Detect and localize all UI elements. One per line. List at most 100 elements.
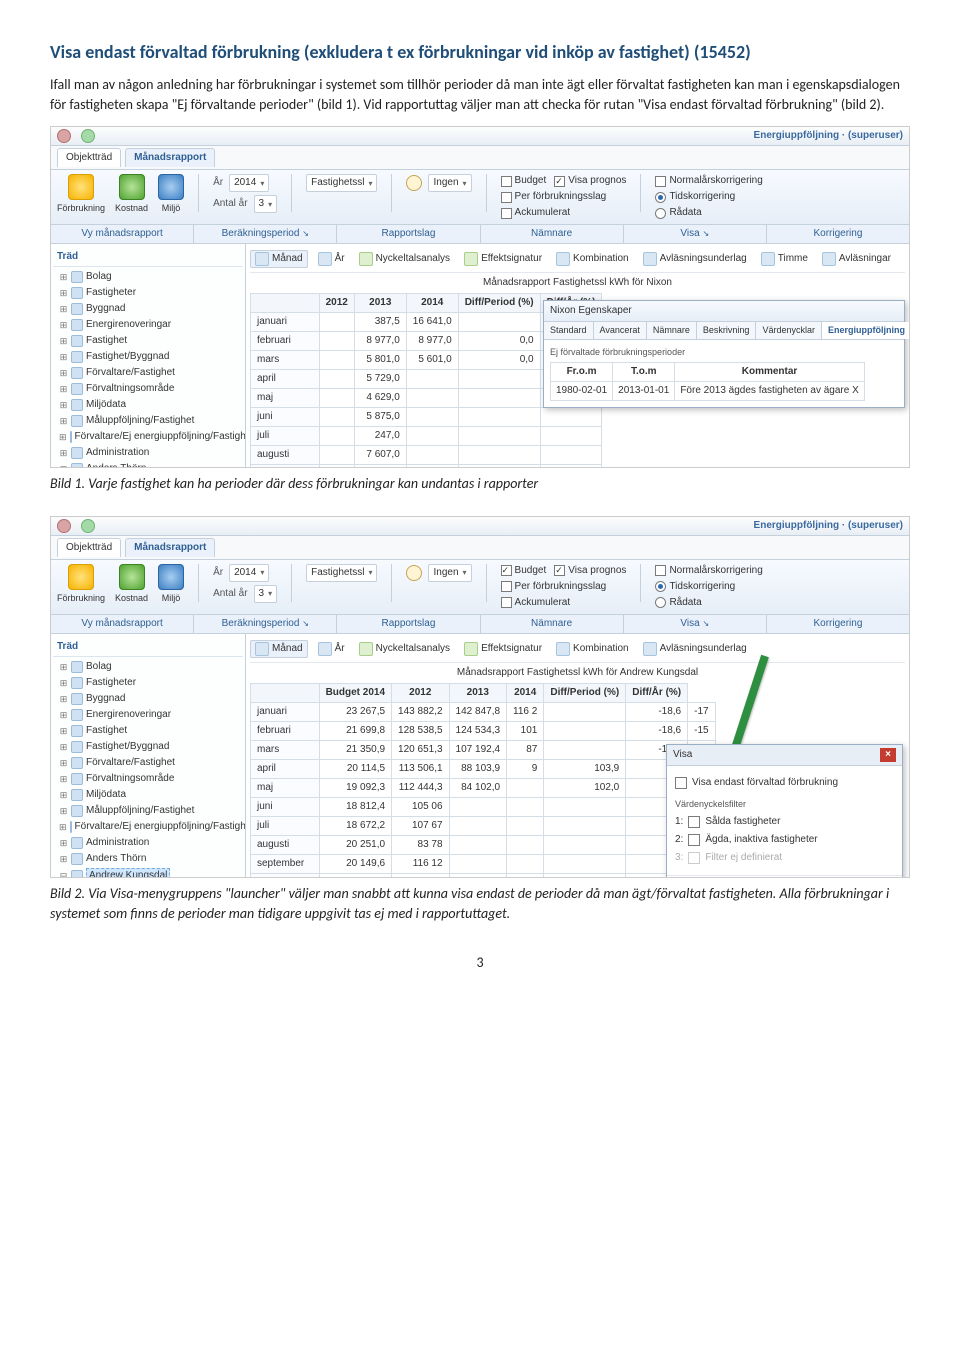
- visa-dialog[interactable]: Visa × Visa endast förvaltad förbrukning…: [666, 744, 903, 878]
- ackum-checkbox[interactable]: [501, 597, 512, 608]
- fastighetssl-select[interactable]: Fastighetssl▾: [306, 174, 377, 192]
- tree-item[interactable]: ⊞Miljödata: [57, 397, 243, 413]
- normal-checkbox[interactable]: [655, 565, 666, 576]
- ingen-select[interactable]: Ingen▾: [428, 564, 471, 582]
- dialog-tab[interactable]: Beskrivning: [697, 322, 757, 339]
- tree-item[interactable]: ⊞Förvaltare/Fastighet: [57, 365, 243, 381]
- tree-item[interactable]: ⊞Måluppföljning/Fastighet: [57, 803, 243, 819]
- view-avlas[interactable]: Avläsningsunderlag: [639, 641, 751, 657]
- tree-item[interactable]: ⊞Förvaltningsområde: [57, 771, 243, 787]
- view-timme[interactable]: Timme: [757, 251, 812, 267]
- tab-manadrapport[interactable]: Månadsrapport: [125, 148, 215, 167]
- dialog-tab[interactable]: Värdenycklar: [756, 322, 822, 339]
- cell-comment[interactable]: Före 2013 ägdes fastigheten av ägare X: [675, 381, 864, 400]
- tree-item[interactable]: ⊞Fastigheter: [57, 675, 243, 691]
- launcher-icon[interactable]: ↘: [702, 619, 709, 628]
- ribbon-kostnad[interactable]: Kostnad: [115, 592, 148, 605]
- antal-select[interactable]: 3▾: [254, 585, 278, 603]
- ribbon-miljo[interactable]: Miljö: [162, 592, 181, 605]
- fastighetssl-select[interactable]: Fastighetssl▾: [306, 564, 377, 582]
- visa-forvaltad-checkbox[interactable]: [675, 777, 687, 789]
- tree-item[interactable]: ⊞Fastighet/Byggnad: [57, 739, 243, 755]
- properties-dialog[interactable]: Nixon Egenskaper StandardAvanceratNämnar…: [543, 300, 905, 407]
- tree-item[interactable]: ⊞Byggnad: [57, 301, 243, 317]
- cell-from[interactable]: 1980-02-01: [551, 381, 613, 400]
- tree-item[interactable]: ⊞Administration: [57, 445, 243, 461]
- budget-checkbox[interactable]: [501, 176, 512, 187]
- tree-item[interactable]: ⊞Fastighet/Byggnad: [57, 349, 243, 365]
- tree-item[interactable]: ⊞Byggnad: [57, 691, 243, 707]
- view-effekt[interactable]: Effektsignatur: [460, 641, 546, 657]
- ribbon-miljo[interactable]: Miljö: [162, 202, 181, 215]
- ar-select[interactable]: 2014▾: [229, 564, 269, 582]
- tree-item[interactable]: ⊞Fastighet: [57, 723, 243, 739]
- object-tree[interactable]: Träd ⊞Bolag⊞Fastigheter⊞Byggnad⊞Energire…: [51, 634, 246, 878]
- ribbon-forbrukning[interactable]: Förbrukning: [57, 592, 105, 605]
- radata-radio[interactable]: [655, 597, 666, 608]
- perforb-checkbox[interactable]: [501, 192, 512, 203]
- globe-icon[interactable]: [158, 564, 184, 590]
- ribbon-kostnad[interactable]: Kostnad: [115, 202, 148, 215]
- tree-item[interactable]: ⊞Miljödata: [57, 787, 243, 803]
- visaprognos-checkbox[interactable]: [554, 565, 565, 576]
- tab-objekttrad[interactable]: Objektträd: [57, 148, 121, 167]
- tree-item[interactable]: ⊞Bolag: [57, 659, 243, 675]
- tids-radio[interactable]: [655, 581, 666, 592]
- perforb-checkbox[interactable]: [501, 581, 512, 592]
- tree-item[interactable]: ⊞Förvaltare/Ej energiuppföljning/Fastigh…: [57, 819, 243, 835]
- view-kombi[interactable]: Kombination: [552, 251, 633, 267]
- view-ar[interactable]: År: [314, 641, 349, 657]
- tree-item[interactable]: ⊞Energirenoveringar: [57, 707, 243, 723]
- tree-item[interactable]: ⊞Bolag: [57, 269, 243, 285]
- subhead-visa[interactable]: Visa ↘: [624, 615, 767, 633]
- tree-item[interactable]: ⊞Administration: [57, 835, 243, 851]
- view-effekt[interactable]: Effektsignatur: [460, 251, 546, 267]
- view-nyckel[interactable]: Nyckeltalsanalys: [355, 641, 454, 657]
- view-ar[interactable]: År: [314, 251, 349, 267]
- ackum-checkbox[interactable]: [501, 208, 512, 219]
- filter1-checkbox[interactable]: [688, 816, 700, 828]
- close-button[interactable]: ×: [880, 748, 896, 762]
- tree-item[interactable]: ⊞Förvaltningsområde: [57, 381, 243, 397]
- tab-manadrapport[interactable]: Månadsrapport: [125, 538, 215, 557]
- view-manad[interactable]: Månad: [250, 640, 308, 658]
- tree-item[interactable]: ⊞Anders Thörn: [57, 461, 243, 468]
- view-nyckel[interactable]: Nyckeltalsanalys: [355, 251, 454, 267]
- globe-icon[interactable]: [158, 174, 184, 200]
- search-icon[interactable]: [406, 175, 422, 191]
- tree-item[interactable]: ⊞Fastigheter: [57, 285, 243, 301]
- tids-radio[interactable]: [655, 192, 666, 203]
- search-icon[interactable]: [406, 565, 422, 581]
- ar-select[interactable]: 2014▾: [229, 174, 269, 192]
- visaprognos-checkbox[interactable]: [554, 176, 565, 187]
- tree-item[interactable]: ⊞Förvaltare/Fastighet: [57, 755, 243, 771]
- tree-item[interactable]: ⊞Förvaltare/Ej energiuppföljning/Fastigh…: [57, 429, 243, 445]
- view-avlas[interactable]: Avläsningsunderlag: [639, 251, 751, 267]
- normal-checkbox[interactable]: [655, 176, 666, 187]
- ingen-select[interactable]: Ingen▾: [428, 174, 471, 192]
- object-tree[interactable]: Träd ⊞Bolag⊞Fastigheter⊞Byggnad⊞Energire…: [51, 244, 246, 468]
- view-manad[interactable]: Månad: [250, 250, 308, 268]
- tree-item[interactable]: ⊞Fastighet: [57, 333, 243, 349]
- dialog-tab[interactable]: Avancerat: [594, 322, 647, 339]
- ribbon-forbrukning[interactable]: Förbrukning: [57, 202, 105, 215]
- budget-checkbox[interactable]: [501, 565, 512, 576]
- radata-radio[interactable]: [655, 208, 666, 219]
- filter2-checkbox[interactable]: [688, 834, 700, 846]
- dialog-tab[interactable]: Nämnare: [647, 322, 697, 339]
- antal-select[interactable]: 3▾: [254, 195, 278, 213]
- view-avlasn[interactable]: Avläsningar: [818, 251, 895, 267]
- tree-item[interactable]: ⊞Energirenoveringar: [57, 317, 243, 333]
- cell-to[interactable]: 2013-01-01: [613, 381, 675, 400]
- tree-item[interactable]: ⊞Måluppföljning/Fastighet: [57, 413, 243, 429]
- view-kombi[interactable]: Kombination: [552, 641, 633, 657]
- dialog-tab[interactable]: Standard: [544, 322, 594, 339]
- bulb-icon[interactable]: [68, 564, 94, 590]
- tab-objekttrad[interactable]: Objektträd: [57, 538, 121, 557]
- tree-item[interactable]: ⊟Andrew Kungsdal: [57, 867, 243, 878]
- money-icon[interactable]: [119, 564, 145, 590]
- money-icon[interactable]: [119, 174, 145, 200]
- dialog-tab[interactable]: Energiuppföljning: [822, 322, 910, 339]
- tree-item[interactable]: ⊞Anders Thörn: [57, 851, 243, 867]
- bulb-icon[interactable]: [68, 174, 94, 200]
